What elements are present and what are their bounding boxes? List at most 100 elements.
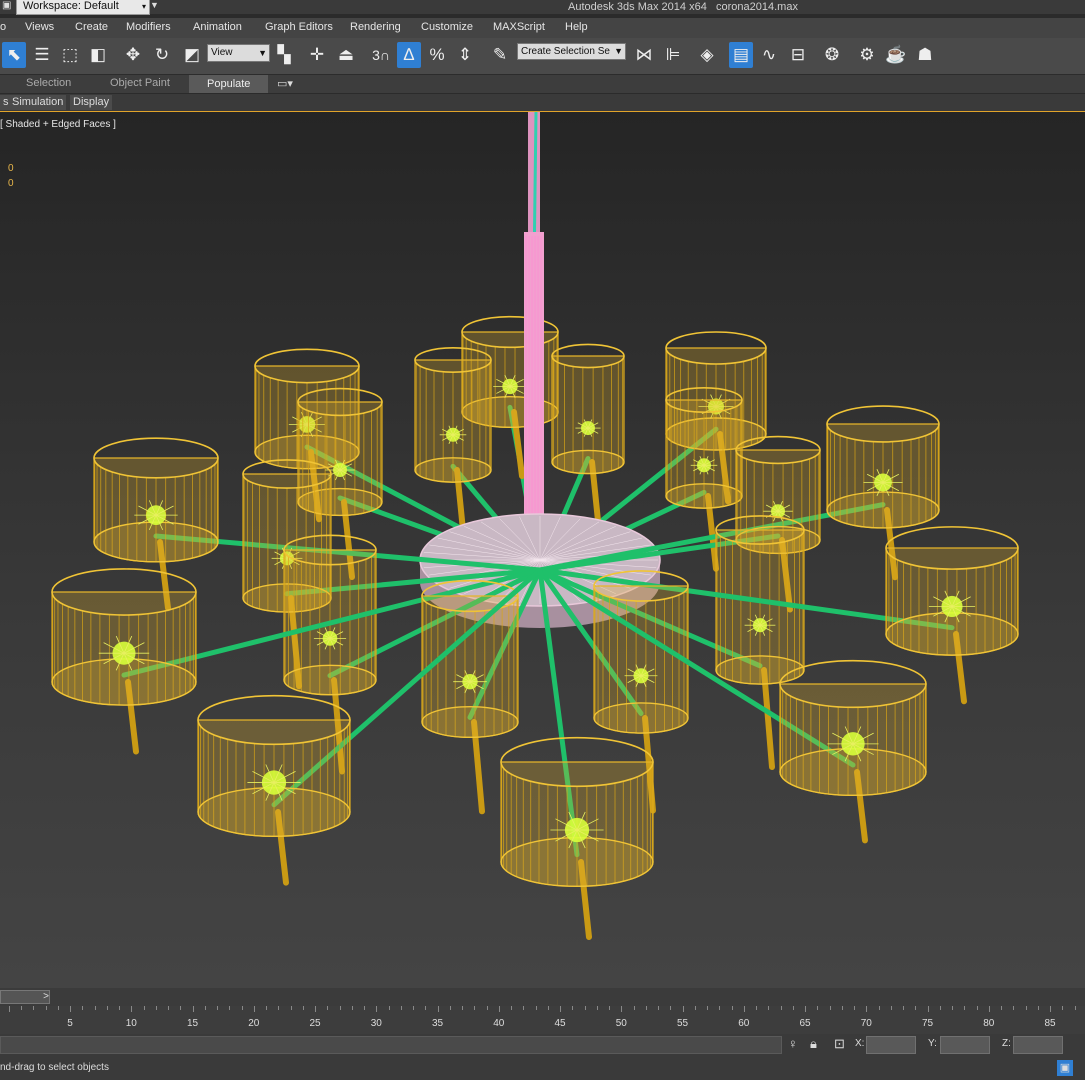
isolate-selection-icon[interactable]: ♀: [788, 1036, 798, 1051]
select-object-icon[interactable]: ⬉: [2, 42, 26, 68]
selection-region-icon[interactable]: ⬚: [58, 42, 82, 68]
ruler-tick: [841, 1006, 843, 1010]
ruler-tick: [315, 1006, 317, 1012]
menu-graph-editors[interactable]: Graph Editors: [265, 21, 333, 33]
scale-icon[interactable]: ◩: [180, 42, 204, 68]
quick-access-arrow-icon[interactable]: ▼: [150, 0, 159, 10]
ruler-tick: [866, 1006, 868, 1012]
keyboard-shortcut-icon[interactable]: ⏏: [334, 42, 358, 68]
menu-rendering[interactable]: Rendering: [350, 21, 401, 33]
ruler-tick: [511, 1006, 513, 1010]
curve-editor-icon[interactable]: ∿: [757, 42, 781, 68]
window-crossing-icon[interactable]: ◧: [86, 42, 110, 68]
ruler-label: 70: [860, 1018, 872, 1029]
percent-snap-icon[interactable]: %: [425, 42, 449, 68]
render-setup-icon[interactable]: ⚙: [855, 42, 879, 68]
ribbon-tabs: Selection Object Paint Populate ▭▾: [0, 75, 1085, 93]
ruler-tick: [131, 1006, 133, 1012]
app-menu-icon[interactable]: ▣: [2, 0, 11, 11]
menu-maxscript[interactable]: MAXScript: [493, 21, 545, 33]
ruler-label: 20: [248, 1018, 260, 1029]
ruler-tick: [351, 1006, 353, 1010]
ruler-tick: [278, 1006, 280, 1010]
named-selection-field[interactable]: Create Selection Se ▼: [517, 43, 626, 60]
subtab-display[interactable]: Display: [70, 95, 113, 110]
ruler-label: 5: [67, 1018, 73, 1029]
scene-explorer-icon[interactable]: ▤: [729, 42, 753, 68]
menu-animation[interactable]: Animation: [193, 21, 242, 33]
pivot-point-icon[interactable]: ▚: [272, 42, 296, 68]
reference-coord-dropdown[interactable]: View ▼: [207, 44, 270, 62]
time-slider[interactable]: >: [0, 990, 50, 1004]
ruler-tick: [180, 1006, 182, 1010]
absolute-mode-icon[interactable]: ⊡: [834, 1036, 845, 1052]
track-bar: >: [0, 988, 1085, 1006]
snaps-toggle-icon[interactable]: 3∩: [369, 42, 393, 68]
render-production-icon[interactable]: ☗: [913, 42, 937, 68]
subtab-simulation[interactable]: Simulation: [9, 95, 67, 110]
ruler-label: 50: [615, 1018, 627, 1029]
x-label: X:: [855, 1038, 865, 1049]
ruler-tick: [94, 1006, 96, 1010]
chandelier-group: [51, 112, 1019, 940]
z-coordinate-field[interactable]: [1013, 1036, 1063, 1054]
ruler-tick: [168, 1006, 170, 1010]
ruler-tick: [413, 1006, 415, 1010]
shade-bottom-rim: [715, 655, 805, 685]
ribbon-tab-selection[interactable]: Selection: [26, 77, 71, 89]
align-icon[interactable]: ⊫: [661, 42, 685, 68]
move-icon[interactable]: ✥: [121, 42, 145, 68]
shade-bottom-rim: [665, 483, 743, 509]
ruler-tick: [572, 1006, 574, 1010]
ruler-tick: [927, 1006, 929, 1012]
ruler-tick: [1001, 1006, 1003, 1010]
menu-create[interactable]: Create: [75, 21, 108, 33]
ruler-tick: [1013, 1006, 1015, 1010]
ruler-label: 60: [738, 1018, 750, 1029]
ruler-label: 45: [554, 1018, 566, 1029]
layer-manager-icon[interactable]: ◈: [695, 42, 719, 68]
ruler-tick: [462, 1006, 464, 1010]
menu-item[interactable]: o: [0, 21, 6, 33]
x-coordinate-field[interactable]: [866, 1036, 916, 1054]
timeline-ruler[interactable]: 51015202530354045505560657075808590: [0, 1006, 1085, 1034]
ribbon-tab-populate[interactable]: Populate: [189, 75, 269, 93]
rotate-icon[interactable]: ↻: [150, 42, 174, 68]
ruler-tick: [400, 1006, 402, 1010]
menu-views[interactable]: Views: [25, 21, 54, 33]
y-coordinate-field[interactable]: [940, 1036, 990, 1054]
rendered-frame-icon[interactable]: ☕: [884, 42, 908, 68]
maxscript-listener[interactable]: [0, 1036, 782, 1054]
viewport-nav-icon[interactable]: ▣: [1057, 1060, 1073, 1076]
file-name: corona2014.max: [716, 1, 798, 13]
edit-named-selection-icon[interactable]: ✎: [488, 42, 512, 68]
menu-customize[interactable]: Customize: [421, 21, 473, 33]
menu-help[interactable]: Help: [565, 21, 588, 33]
mirror-icon[interactable]: ⋈: [632, 42, 656, 68]
menu-modifiers[interactable]: Modifiers: [126, 21, 171, 33]
schematic-view-icon[interactable]: ⊟: [786, 42, 810, 68]
workspace-dropdown[interactable]: Workspace: Default ▾: [16, 0, 150, 15]
ruler-tick: [217, 1006, 219, 1010]
select-manipulate-icon[interactable]: ✛: [305, 42, 329, 68]
ribbon-tab-object-paint[interactable]: Object Paint: [110, 77, 170, 89]
ruler-tick: [890, 1006, 892, 1010]
lock-icon[interactable]: 🔒︎: [810, 1036, 817, 1052]
menu-bar: o Views Create Modifiers Animation Graph…: [0, 18, 1085, 38]
ribbon-options-icon[interactable]: ▭▾: [277, 77, 293, 90]
ruler-tick: [535, 1006, 537, 1010]
spinner-snap-icon[interactable]: ⇕: [453, 42, 477, 68]
ruler-tick: [57, 1006, 59, 1010]
ruler-tick: [768, 1006, 770, 1010]
viewport[interactable]: [ Shaded + Edged Faces ] 0 0: [0, 112, 1085, 988]
ruler-tick: [376, 1006, 378, 1012]
select-by-name-icon[interactable]: ☰: [30, 42, 54, 68]
chandelier-model[interactable]: [0, 112, 1085, 988]
ruler-label: 25: [309, 1018, 321, 1029]
ruler-tick: [70, 1006, 72, 1012]
workspace-label: Workspace: Default: [23, 0, 119, 12]
ruler-tick: [192, 1006, 194, 1012]
angle-snap-icon[interactable]: ∆: [397, 42, 421, 68]
material-editor-icon[interactable]: ❂: [820, 42, 844, 68]
ruler-tick: [33, 1006, 35, 1010]
